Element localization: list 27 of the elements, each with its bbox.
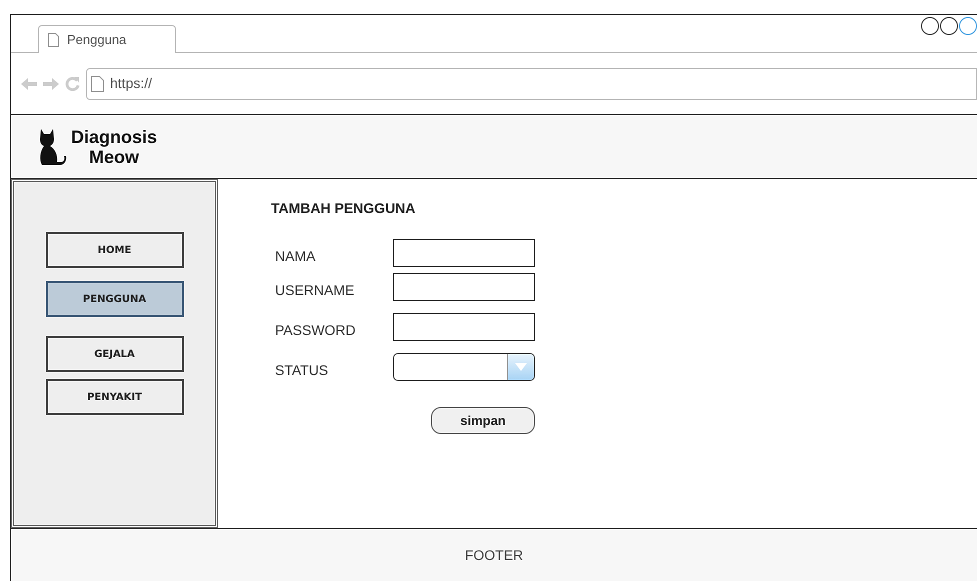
window-button-icon[interactable] bbox=[940, 17, 958, 35]
logo-text: Diagnosis bbox=[71, 126, 158, 146]
nav-button[interactable]: GEJALA bbox=[46, 336, 184, 372]
logo-text: Meow bbox=[89, 146, 140, 166]
dropdown-arrow-icon bbox=[515, 363, 527, 371]
field-label: NAMA bbox=[274, 246, 316, 266]
nav-button[interactable]: HOME bbox=[46, 232, 184, 268]
field-label: STATUS bbox=[274, 360, 328, 380]
form-title: TAMBAH PENGGUNA bbox=[271, 199, 416, 218]
input-field[interactable] bbox=[393, 313, 535, 341]
nav-button[interactable]: PENYAKIT bbox=[46, 379, 184, 415]
url-text: https:// bbox=[110, 74, 152, 93]
input-field[interactable] bbox=[393, 273, 535, 301]
page-icon bbox=[48, 32, 59, 46]
nav-button[interactable]: PENGGUNA bbox=[46, 281, 184, 317]
field-label: PASSWORD bbox=[274, 320, 356, 340]
page-icon bbox=[91, 76, 104, 92]
status-dropdown[interactable] bbox=[393, 353, 535, 381]
window-button-icon[interactable] bbox=[921, 17, 939, 35]
footer: FOOTER bbox=[11, 528, 977, 581]
input-field[interactable] bbox=[393, 239, 535, 267]
tab-title: Pengguna bbox=[67, 30, 126, 49]
save-button[interactable]: simpan bbox=[431, 407, 535, 434]
address-bar[interactable]: https:// bbox=[86, 68, 977, 100]
cat-icon bbox=[37, 126, 67, 166]
field-label: USERNAME bbox=[274, 280, 354, 300]
browser-tab[interactable]: Pengguna bbox=[38, 25, 176, 53]
